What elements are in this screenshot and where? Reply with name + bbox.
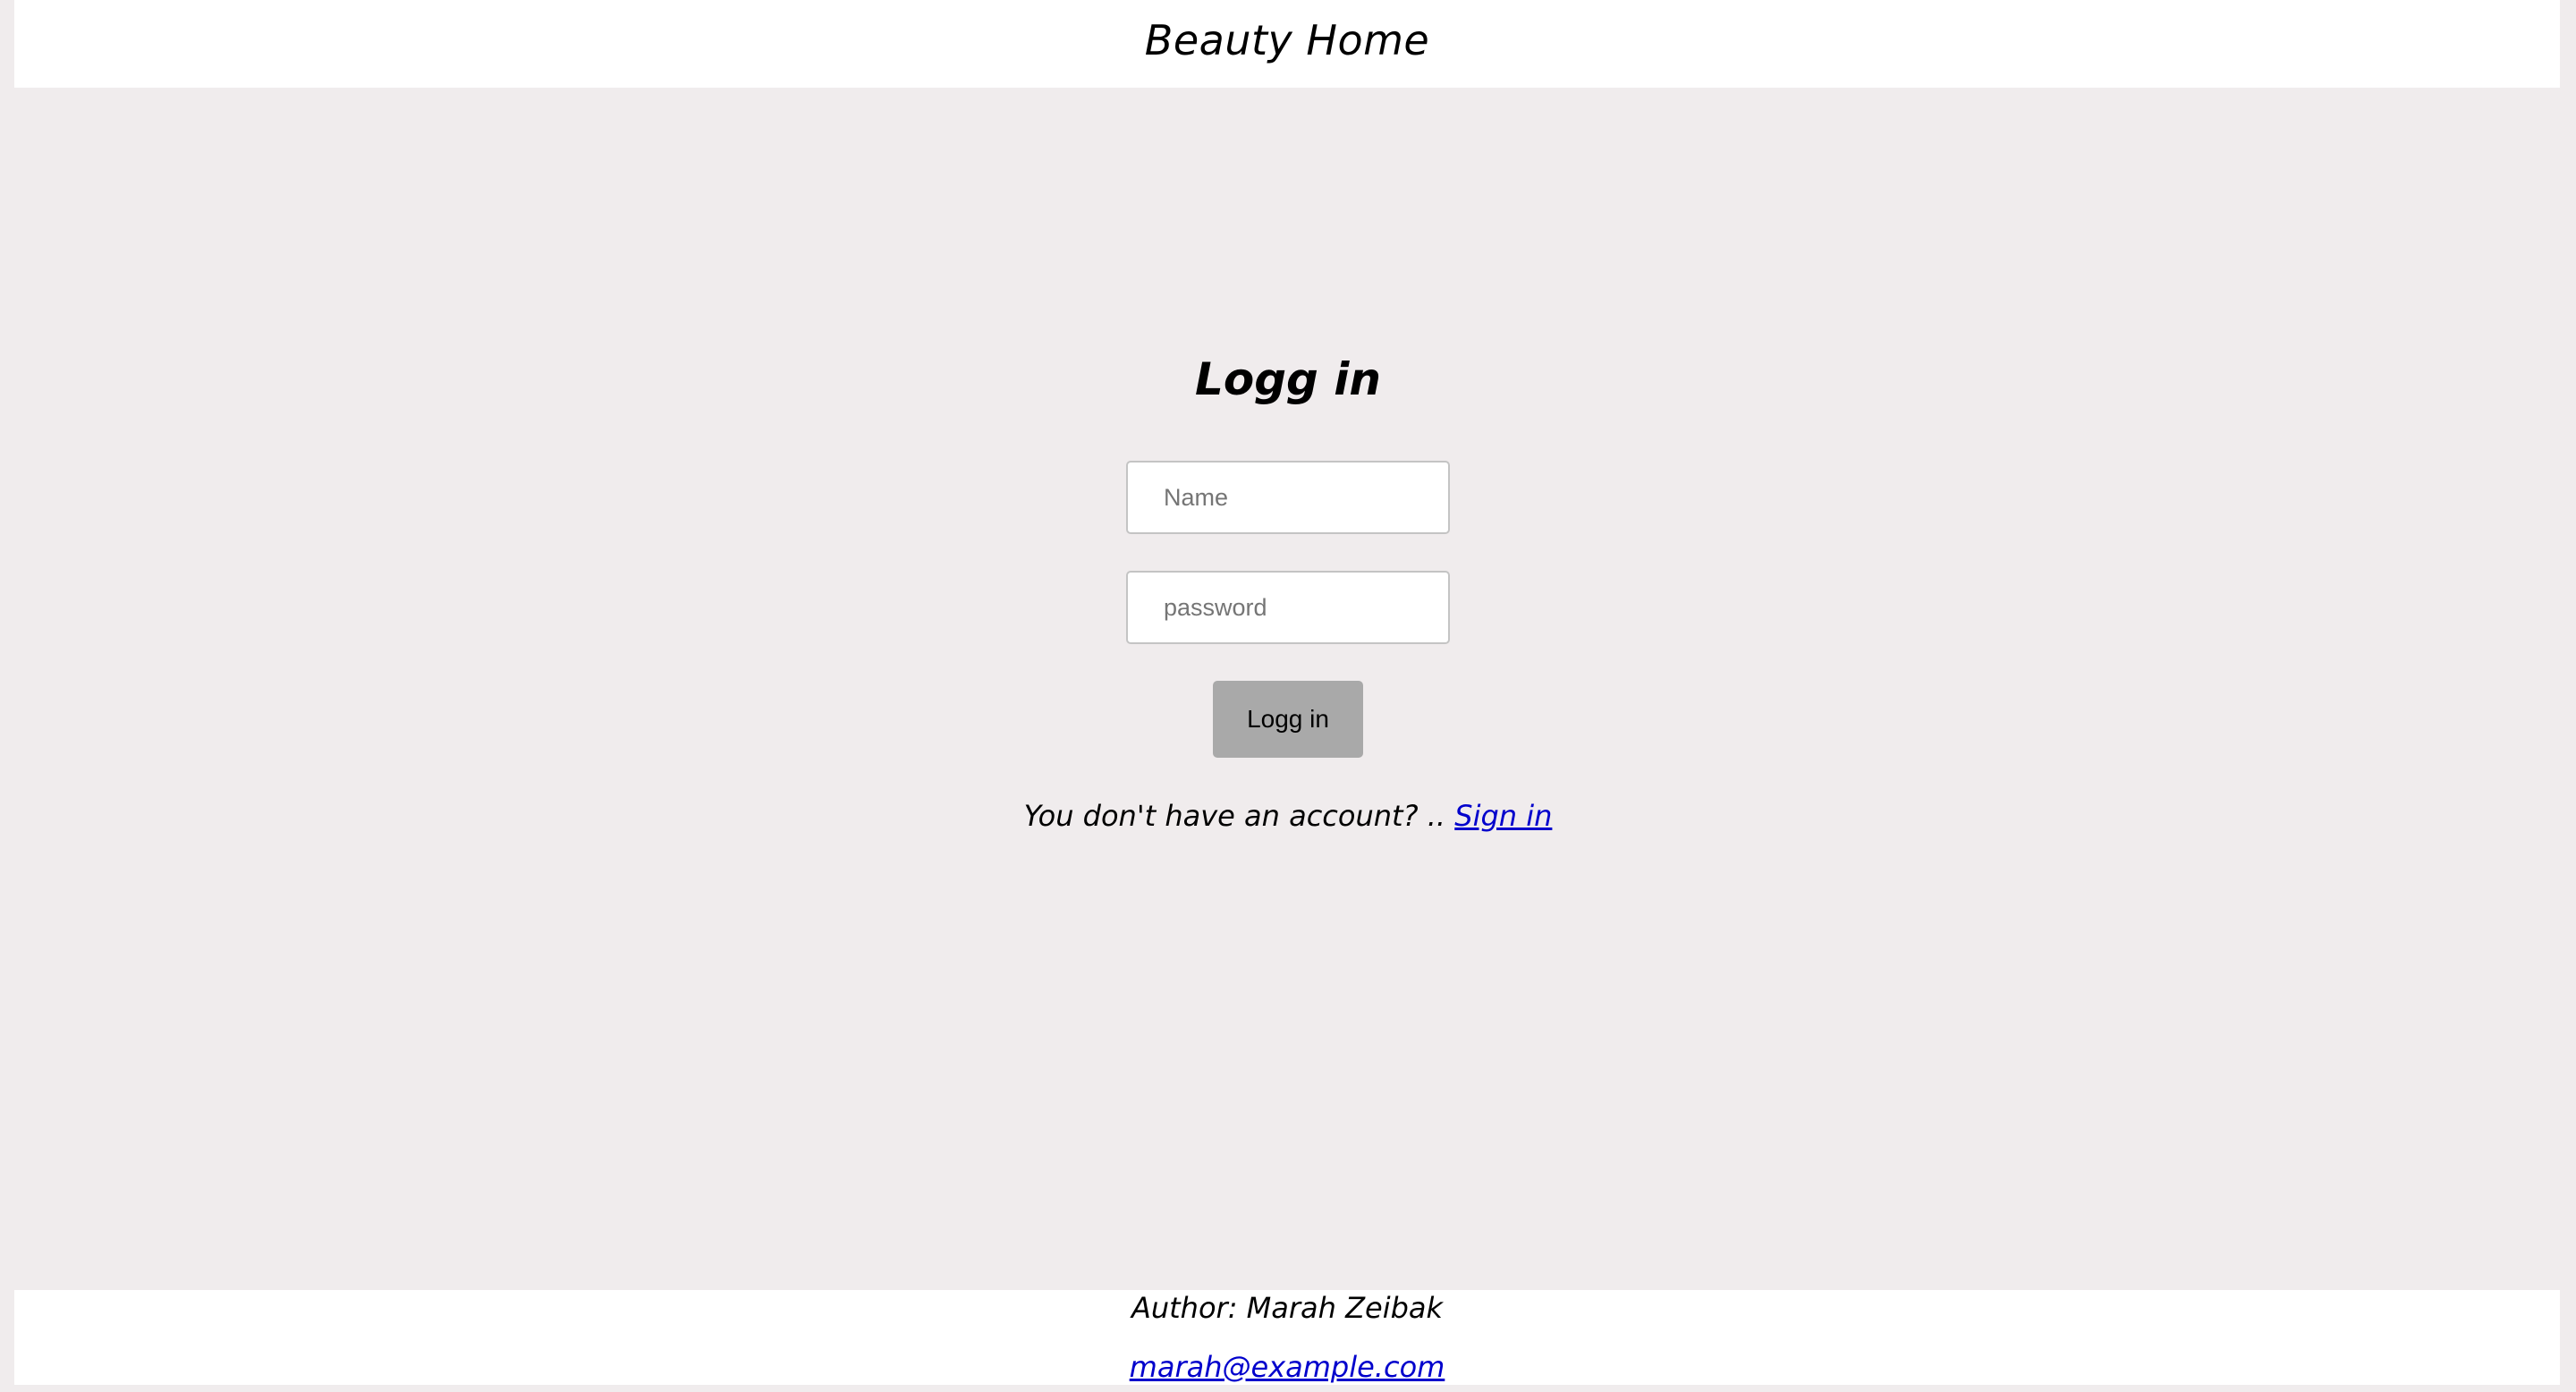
login-button[interactable]: Logg in [1213,681,1363,758]
footer-author: Author: Marah Zeibak [1131,1291,1444,1325]
site-header: Beauty Home [14,0,2560,88]
footer-email-link[interactable]: marah@example.com [1130,1350,1445,1384]
password-input[interactable] [1126,571,1450,644]
login-heading: Logg in [1195,353,1381,405]
site-footer: Author: Marah Zeibak marah@example.com [14,1290,2560,1385]
site-title: Beauty Home [1144,16,1430,64]
login-section: Logg in Logg in You don't have an accoun… [0,88,2576,1290]
sign-in-link[interactable]: Sign in [1454,799,1552,833]
account-prompt-text: You don't have an account? .. [1023,799,1446,833]
footer-email-line: marah@example.com [14,1349,2560,1385]
account-prompt-line: You don't have an account? .. Sign in [0,799,2576,833]
name-input[interactable] [1126,461,1450,534]
